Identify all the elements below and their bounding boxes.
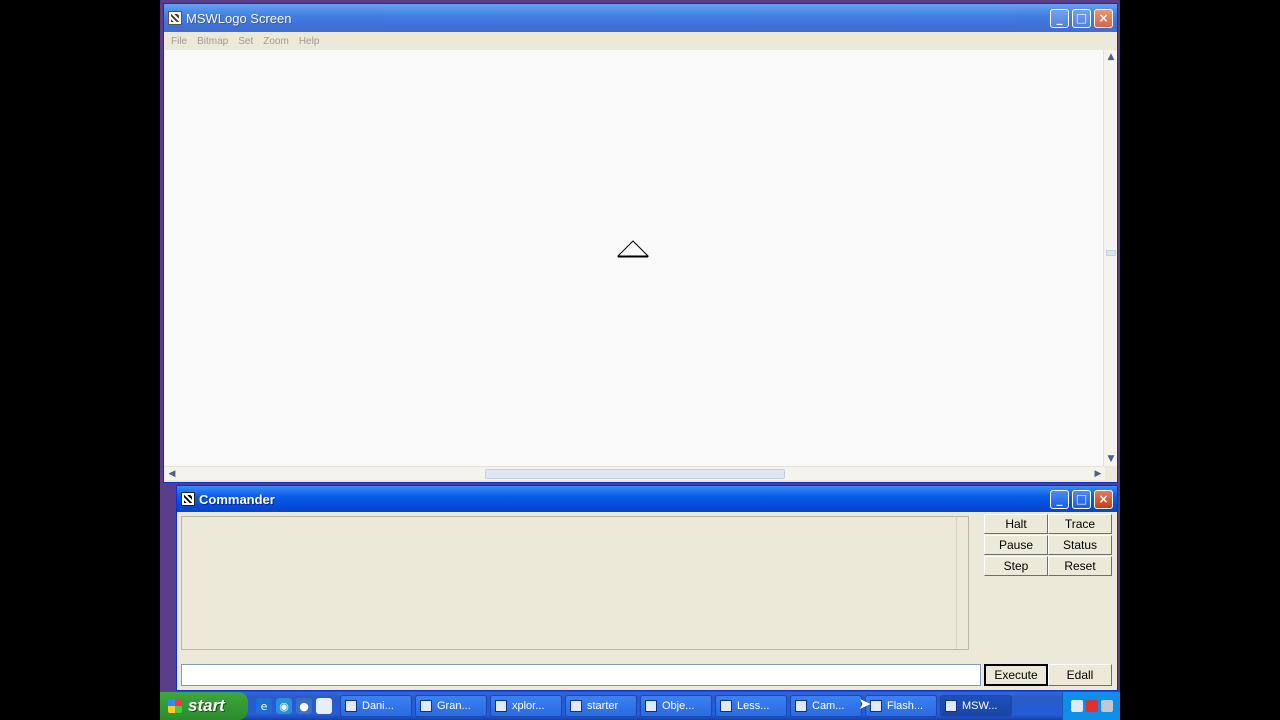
task-item[interactable]: Cam... <box>790 695 862 717</box>
task-item[interactable]: Obje... <box>640 695 712 717</box>
commander-titlebar[interactable]: Commander _ □ × <box>177 486 1117 512</box>
task-item[interactable]: Dani... <box>340 695 412 717</box>
menu-file[interactable]: File <box>166 36 192 47</box>
quick-launch: e ◉ ● <box>248 698 340 714</box>
task-window-icon <box>795 700 807 712</box>
canvas-horizontal-scrollbar[interactable]: ◀ ▶ <box>165 466 1105 480</box>
halt-button[interactable]: Halt <box>984 514 1048 534</box>
pause-button[interactable]: Pause <box>984 535 1048 555</box>
show-desktop-icon[interactable] <box>316 698 332 714</box>
scroll-down-icon[interactable]: ▼ <box>1104 452 1118 466</box>
commander-button-grid: Halt Trace Pause Status Step Reset <box>984 514 1112 576</box>
vertical-scroll-thumb[interactable] <box>1106 250 1116 256</box>
minimize-button[interactable]: _ <box>1050 8 1069 28</box>
task-item[interactable]: Flash... <box>865 695 937 717</box>
task-item[interactable]: Less... <box>715 695 787 717</box>
commander-minimize-button[interactable]: _ <box>1050 489 1069 509</box>
canvas-vertical-scrollbar[interactable]: ▲ ▼ <box>1103 50 1117 466</box>
internet-explorer-icon[interactable]: e <box>256 698 272 714</box>
tray-network-icon[interactable] <box>1070 700 1083 712</box>
messenger-icon[interactable]: ● <box>296 698 312 714</box>
scroll-right-icon[interactable]: ▶ <box>1091 467 1105 481</box>
tray-volume-icon[interactable] <box>1100 700 1113 712</box>
main-window-title: MSWLogo Screen <box>186 10 292 26</box>
drawing-canvas[interactable] <box>165 50 1103 466</box>
task-window-icon <box>870 700 882 712</box>
logo-app-icon <box>168 11 182 25</box>
commander-app-icon <box>181 492 195 506</box>
trace-button[interactable]: Trace <box>1048 514 1112 534</box>
taskbar: start e ◉ ● Dani... Gran... xplor... sta… <box>160 692 1120 720</box>
screen: MSWLogo Screen _ □ × File Bitmap Set Zoo… <box>0 0 1280 720</box>
close-button[interactable]: × <box>1094 8 1113 28</box>
scroll-up-icon[interactable]: ▲ <box>1104 50 1118 64</box>
start-button[interactable]: start <box>160 692 248 720</box>
commander-title: Commander <box>199 491 275 507</box>
task-item[interactable]: xplor... <box>490 695 562 717</box>
main-titlebar[interactable]: MSWLogo Screen _ □ × <box>164 4 1117 32</box>
history-vertical-scrollbar[interactable] <box>956 517 968 649</box>
maximize-button[interactable]: □ <box>1072 8 1091 28</box>
menu-bitmap[interactable]: Bitmap <box>192 36 233 47</box>
step-button[interactable]: Step <box>984 556 1048 576</box>
task-window-icon <box>345 700 357 712</box>
commander-close-button[interactable]: × <box>1094 489 1113 509</box>
mouse-cursor-icon: ➤ <box>858 694 872 713</box>
status-button[interactable]: Status <box>1048 535 1112 555</box>
system-tray <box>1062 692 1120 720</box>
menu-help[interactable]: Help <box>294 36 325 47</box>
mswlogo-screen-window: MSWLogo Screen _ □ × File Bitmap Set Zoo… <box>163 3 1118 483</box>
task-window-icon <box>495 700 507 712</box>
execute-button[interactable]: Execute <box>984 664 1048 686</box>
history-horizontal-scrollbar[interactable] <box>181 650 969 662</box>
task-window-icon <box>420 700 432 712</box>
start-label: start <box>188 696 225 715</box>
reset-button[interactable]: Reset <box>1048 556 1112 576</box>
turtle-canvas-svg <box>616 240 650 258</box>
commander-maximize-button[interactable]: □ <box>1072 489 1091 509</box>
task-window-icon <box>570 700 582 712</box>
taskbar-tasks: Dani... Gran... xplor... starter Obje...… <box>340 695 1062 717</box>
task-window-icon <box>945 700 957 712</box>
task-item[interactable]: Gran... <box>415 695 487 717</box>
commander-window: Commander _ □ × Halt Trace Pause Status … <box>176 485 1118 691</box>
turtle-icon <box>616 240 650 257</box>
task-window-icon <box>645 700 657 712</box>
menu-set[interactable]: Set <box>233 36 258 47</box>
command-input[interactable] <box>181 664 981 686</box>
media-icon[interactable]: ◉ <box>276 698 292 714</box>
menu-bar: File Bitmap Set Zoom Help <box>164 32 1117 50</box>
scroll-left-icon[interactable]: ◀ <box>165 467 179 481</box>
menu-zoom[interactable]: Zoom <box>258 36 294 47</box>
desktop: MSWLogo Screen _ □ × File Bitmap Set Zoo… <box>160 0 1120 720</box>
tray-app-icon[interactable] <box>1085 700 1098 712</box>
task-window-icon <box>720 700 732 712</box>
task-item-active[interactable]: MSW... <box>940 695 1012 717</box>
windows-flag-icon <box>168 699 182 713</box>
edall-button[interactable]: Edall <box>1048 664 1112 686</box>
horizontal-scroll-thumb[interactable] <box>485 469 785 479</box>
task-item[interactable]: starter <box>565 695 637 717</box>
command-history-list[interactable] <box>181 516 969 650</box>
